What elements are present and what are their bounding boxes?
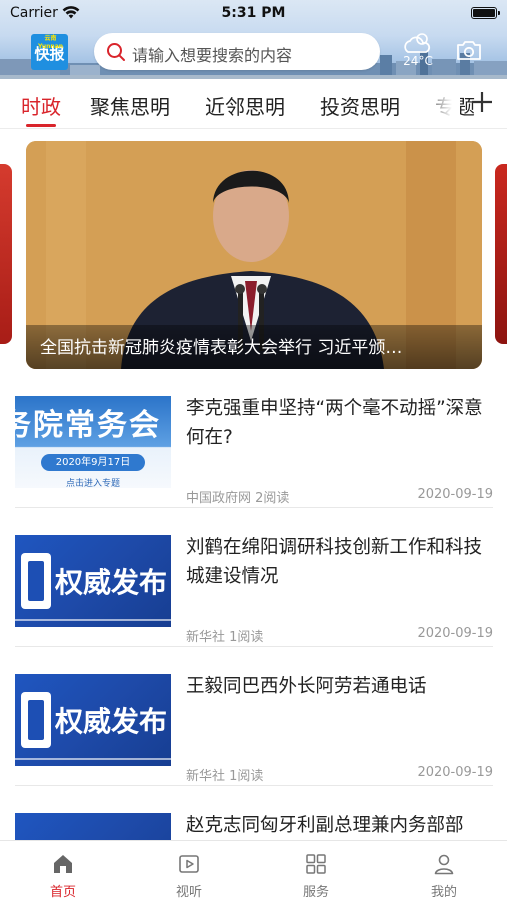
app-screen: Carrier 5:31 PM 云南 Yunnan 快报 请输入想要搜索的内容 [0,0,507,900]
tabbar-label: 我的 [430,885,457,900]
camera-icon[interactable] [456,38,482,62]
banner-slide[interactable]: 全国抗击新冠肺炎疫情表彰大会举行 习近平颁… [26,141,482,369]
news-reads: 1阅读 [229,630,264,645]
cloudy-sun-icon [404,33,431,53]
banner-caption: 全国抗击新冠肺炎疫情表彰大会举行 习近平颁… [40,338,403,358]
status-bar: Carrier 5:31 PM [0,0,507,28]
news-date: 2020-09-19 [417,765,493,780]
news-meta: 新华社 1阅读 [186,626,263,645]
news-source: 新华社 [186,630,226,645]
thumbnail-logo-mark [21,553,51,609]
thumbnail-title-text: 务院常务会 [15,408,161,443]
news-headline: 王毅同巴西外长阿劳若通电话 [186,676,427,697]
previous-banner-peek[interactable] [0,164,12,344]
tabbar-label: 首页 [49,885,76,900]
news-source: 中国政府网 [186,491,252,506]
category-tabs: 时政 聚焦思明 近邻思明 投资思明 专题 [0,79,507,129]
news-date: 2020-09-19 [417,626,493,641]
grid-icon [306,854,326,874]
search-placeholder: 请输入想要搜索的内容 [132,46,293,65]
tab-shizheng[interactable]: 时政 [21,91,61,120]
tab-jujiao-siming[interactable]: 聚焦思明 [90,91,170,120]
tabbar-video[interactable]: 视听 [126,841,252,900]
banner-carousel: 全国抗击新冠肺炎疫情表彰大会举行 习近平颁… [0,139,507,371]
next-banner-peek[interactable] [495,164,507,344]
tab-fade-overlay [420,79,460,128]
thumbnail-logo-mark [21,692,51,748]
news-thumbnail: 务院常务会 2020年9月17日 点击进入专题 [15,396,171,488]
news-headline: 赵克志同匈牙利副总理兼内务部部 [186,815,464,836]
thumbnail-title-text: 权威发布 [55,566,168,599]
tabbar-label: 服务 [302,885,329,900]
weather-temperature: 24°C [403,54,433,68]
tabbar-label: 视听 [175,885,202,900]
news-meta: 中国政府网 2阅读 [186,487,289,506]
add-channel-icon[interactable] [468,88,496,116]
search-icon [107,43,125,61]
news-reads: 2阅读 [255,491,290,506]
tab-jinlin-siming[interactable]: 近邻思明 [205,91,285,120]
bottom-tab-bar: 首页 视听 服务 我的 [0,840,507,900]
news-headline: 李克强重申坚持“两个毫不动摇”深意何在? [186,398,483,448]
news-item[interactable]: 权威发布 刘鹤在绵阳调研科技创新工作和科技城建设情况 新华社 1阅读 2020-… [15,519,493,647]
news-item[interactable]: 权威发布 王毅同巴西外长阿劳若通电话 新华社 1阅读 2020-09-19 [15,658,493,786]
thumbnail-title-text: 权威发布 [55,705,168,738]
video-icon [179,855,199,873]
news-meta: 新华社 1阅读 [186,765,263,784]
thumbnail-link-text: 点击进入专题 [65,479,120,488]
news-item[interactable]: 务院常务会 2020年9月17日 点击进入专题 李克强重申坚持“两个毫不动摇”深… [15,380,493,508]
weather-widget[interactable]: 24°C [400,30,436,74]
app-logo[interactable]: 云南 Yunnan 快报 [31,34,68,70]
news-reads: 1阅读 [229,769,264,784]
status-time: 5:31 PM [221,5,286,21]
battery-icon [471,7,500,19]
search-bar[interactable]: 请输入想要搜索的内容 [94,33,380,70]
logo-small-text: 云南 Yunnan [37,35,64,50]
tab-touzi-siming[interactable]: 投资思明 [320,91,400,120]
thumbnail-divider [15,619,171,621]
active-tab-indicator [26,124,56,127]
thumbnail-divider [15,758,171,760]
tabbar-profile[interactable]: 我的 [381,841,507,900]
thumbnail-date-pill: 2020年9月17日 [41,454,145,471]
tabbar-services[interactable]: 服务 [253,841,379,900]
news-thumbnail: 权威发布 [15,674,171,766]
tabbar-home[interactable]: 首页 [0,841,126,900]
home-icon [54,855,72,873]
profile-icon [434,854,454,875]
news-date: 2020-09-19 [417,487,493,502]
news-thumbnail: 权威发布 [15,535,171,627]
news-headline: 刘鹤在绵阳调研科技创新工作和科技城建设情况 [186,537,483,587]
header: Carrier 5:31 PM 云南 Yunnan 快报 请输入想要搜索的内容 [0,0,507,79]
news-source: 新华社 [186,769,226,784]
